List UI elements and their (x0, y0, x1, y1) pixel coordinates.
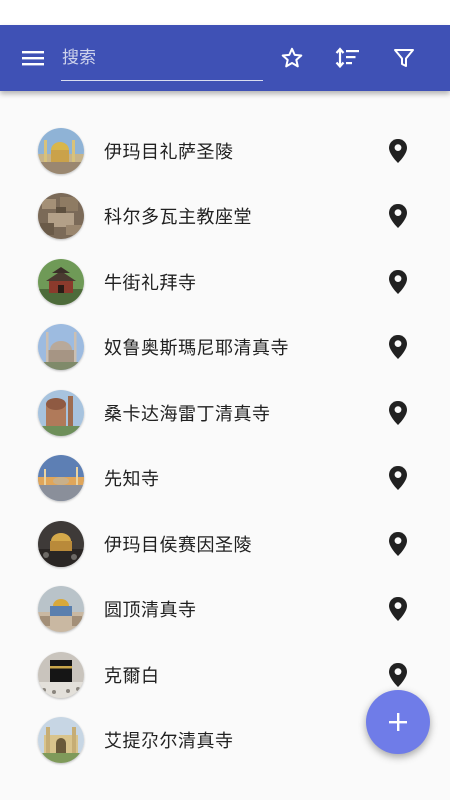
list-item[interactable]: 桑卡达海雷丁清真寺 (0, 380, 450, 446)
thumbnail-image (38, 455, 84, 502)
sort-icon[interactable] (333, 43, 363, 73)
map-marker-icon[interactable] (387, 531, 409, 557)
thumbnail-image (38, 651, 84, 698)
list-item[interactable]: 奴鲁奥斯瑪尼耶清真寺 (0, 315, 450, 381)
list-item[interactable]: 圆顶清真寺 (0, 577, 450, 643)
thumbnail-image (38, 324, 84, 371)
list-item[interactable]: 先知寺 (0, 446, 450, 512)
add-icon (389, 713, 407, 731)
thumbnail-image (38, 586, 84, 633)
add-button[interactable] (366, 690, 430, 754)
item-name: 奴鲁奥斯瑪尼耶清真寺 (104, 338, 289, 360)
item-name: 圆顶清真寺 (104, 600, 197, 622)
thumbnail-image (38, 258, 84, 305)
filter-icon[interactable] (389, 43, 419, 73)
list-item[interactable]: 伊玛目礼萨圣陵 (0, 118, 450, 184)
thumbnail-image (38, 520, 84, 567)
thumbnail-image (38, 127, 84, 174)
menu-icon[interactable] (19, 44, 47, 72)
item-name: 克爾白 (104, 665, 160, 687)
thumbnail-image (38, 389, 84, 436)
thumbnail-image (38, 193, 84, 240)
item-name: 艾提尕尔清真寺 (104, 731, 234, 753)
item-name: 牛街礼拜寺 (104, 272, 197, 294)
item-name: 桑卡达海雷丁清真寺 (104, 403, 271, 425)
search-field (61, 33, 263, 83)
item-name: 先知寺 (104, 469, 160, 491)
list-item[interactable]: 伊玛目侯赛因圣陵 (0, 511, 450, 577)
star-outline-icon[interactable] (277, 43, 307, 73)
place-list: 伊玛目礼萨圣陵 科尔多瓦主教座堂 牛街礼拜寺 奴鲁奥斯瑪尼耶清真寺 桑卡达海雷丁… (0, 118, 450, 773)
list-item[interactable]: 科尔多瓦主教座堂 (0, 184, 450, 250)
item-name: 科尔多瓦主教座堂 (104, 207, 252, 229)
map-marker-icon[interactable] (387, 138, 409, 164)
map-marker-icon[interactable] (387, 269, 409, 295)
item-name: 伊玛目礼萨圣陵 (104, 141, 234, 163)
map-marker-icon[interactable] (387, 203, 409, 229)
map-marker-icon[interactable] (387, 662, 409, 688)
thumbnail-image (38, 717, 84, 764)
map-marker-icon[interactable] (387, 465, 409, 491)
status-bar-area (0, 0, 450, 25)
map-marker-icon[interactable] (387, 400, 409, 426)
app-toolbar (0, 25, 450, 91)
item-name: 伊玛目侯赛因圣陵 (104, 534, 252, 556)
map-marker-icon[interactable] (387, 596, 409, 622)
search-input[interactable] (61, 43, 263, 81)
map-marker-icon[interactable] (387, 334, 409, 360)
list-item[interactable]: 牛街礼拜寺 (0, 249, 450, 315)
